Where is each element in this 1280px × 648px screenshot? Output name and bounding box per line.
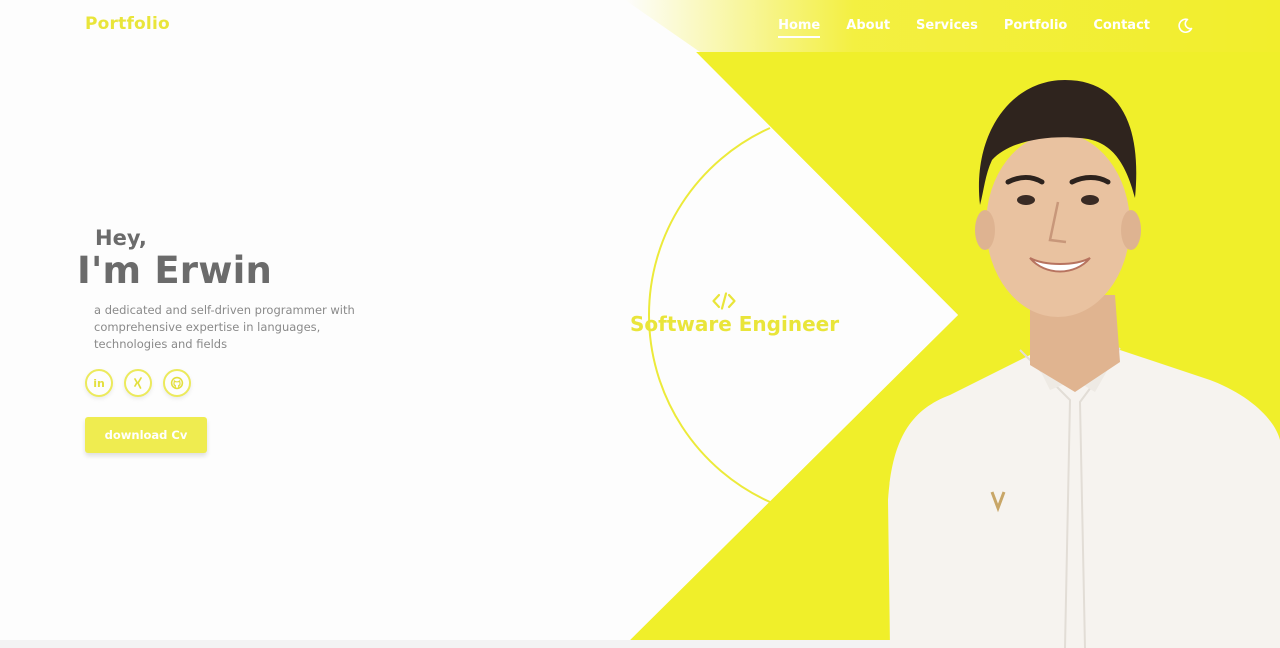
hero-name: I'm Erwin: [77, 249, 273, 292]
hero-greeting: Hey,: [95, 226, 147, 250]
portfolio-page: Portfolio Home About Services Portfolio …: [0, 0, 1280, 648]
nav-item-services[interactable]: Services: [916, 17, 978, 35]
hero-bio: a dedicated and self-driven programmer w…: [94, 303, 355, 351]
code-icon: [712, 292, 736, 310]
nav-item-about[interactable]: About: [846, 17, 890, 35]
nav-item-home[interactable]: Home: [778, 17, 821, 38]
role-title: Software Engineer: [630, 312, 840, 336]
site-header: Portfolio Home About Services Portfolio …: [0, 0, 1280, 52]
github-icon[interactable]: [163, 369, 191, 397]
site-logo[interactable]: Portfolio: [85, 14, 170, 34]
moon-icon[interactable]: [1176, 17, 1194, 35]
nav-item-contact[interactable]: Contact: [1093, 17, 1150, 35]
main-nav: Home About Services Portfolio Contact: [752, 17, 1194, 38]
linkedin-icon[interactable]: in: [85, 369, 113, 397]
social-links: in: [85, 369, 202, 397]
xing-icon[interactable]: [124, 369, 152, 397]
download-cv-button[interactable]: download Cv: [85, 417, 207, 453]
profile-photo: [888, 80, 1280, 648]
nav-item-portfolio[interactable]: Portfolio: [1004, 17, 1068, 35]
